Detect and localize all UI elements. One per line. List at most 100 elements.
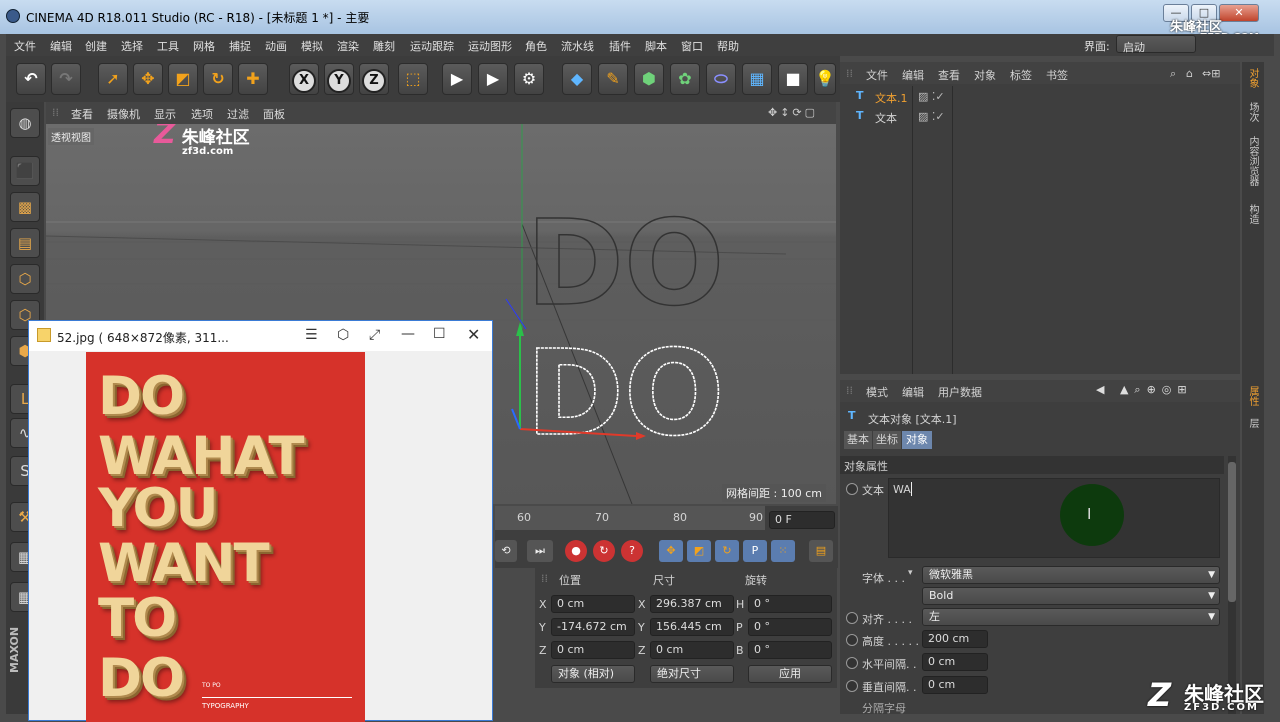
render-picture-icon[interactable]: ▶ [478,63,508,95]
menu-mesh[interactable]: 网格 [193,38,215,54]
tab-objects[interactable]: 对象 [1246,68,1260,88]
subdivision-icon[interactable]: ⬢ [634,63,664,95]
tab-attributes[interactable]: 属性 [1246,386,1260,406]
light-icon[interactable]: 💡 [814,63,836,95]
menu-render[interactable]: 渲染 [337,38,359,54]
select-tool-icon[interactable]: ➚ [98,63,128,95]
viewport-menu-display[interactable]: 显示 [154,106,176,122]
go-to-end-icon[interactable]: ⏭ [527,540,553,562]
viewport-menu-view[interactable]: 查看 [71,106,93,122]
key-rotate-icon[interactable]: ↻ [715,540,739,562]
font-menu-arrow[interactable]: ▾ [908,568,913,578]
attr-scrollbar[interactable] [1228,456,1236,714]
pen-icon[interactable]: ✎ [598,63,628,95]
iv-close-icon[interactable]: ✕ [467,325,480,344]
record-icon[interactable]: ● [565,540,587,562]
size-y-input[interactable]: 156.445 cm [650,618,734,636]
menu-icon[interactable]: ☰ [305,327,318,343]
viewport-menu-filter[interactable]: 过滤 [227,106,249,122]
texture-mode-icon[interactable]: ▩ [10,192,40,222]
text-input[interactable]: WA I [888,478,1220,558]
size-z-input[interactable]: 0 cm [650,641,734,659]
close-button[interactable]: ✕ [1219,4,1259,22]
autokey-icon[interactable]: ↻ [593,540,615,562]
cloner-icon[interactable]: ✿ [670,63,700,95]
workplane-grid-icon[interactable]: ▤ [10,228,40,258]
menu-plugins[interactable]: 插件 [609,38,631,54]
apply-button[interactable]: 应用 [748,665,832,683]
key-position-icon[interactable]: ✥ [659,540,683,562]
menu-select[interactable]: 选择 [121,38,143,54]
iv-maximize-icon[interactable]: ☐ [433,326,446,342]
height-input[interactable]: 200 cm [922,630,988,648]
tab-basic[interactable]: 基本 [844,431,872,449]
coordinate-system-icon[interactable]: ⬚ [398,63,428,95]
om-home-icon[interactable]: ⌂ [1186,67,1193,80]
attr-scroll-thumb[interactable] [1228,462,1236,602]
menu-pipeline[interactable]: 流水线 [561,38,594,54]
key-scale-icon[interactable]: ◩ [687,540,711,562]
am-nav-icons[interactable]: ◀ ▲⌕⊕◎⊞ [1096,383,1193,397]
pos-x-input[interactable]: 0 cm [551,595,635,613]
menu-motion-tracking[interactable]: 运动跟踪 [410,38,454,54]
om-menu-bookmarks[interactable]: 书签 [1046,67,1068,83]
film-icon[interactable]: ▤ [809,540,833,562]
rotate-tool-icon[interactable]: ↻ [203,63,233,95]
render-view-icon[interactable]: ▶ [442,63,472,95]
move-tool-icon[interactable]: ✥ [133,63,163,95]
y-axis-button[interactable]: Y [324,63,354,95]
render-settings-icon[interactable]: ⚙ [514,63,544,95]
floor-icon[interactable]: ▦ [742,63,772,95]
points-mode-icon[interactable]: ⬡ [10,264,40,294]
viewport-menu-camera[interactable]: 摄像机 [107,106,140,122]
tab-content-browser[interactable]: 内容浏览器 [1246,136,1260,186]
deformer-icon[interactable]: ⬭ [706,63,736,95]
x-axis-button[interactable]: X [289,63,319,95]
coord-mode-dropdown[interactable]: 对象 (相对) [551,665,635,683]
weight-dropdown[interactable]: Bold ▼ [922,587,1220,605]
align-dropdown[interactable]: 左 ▼ [922,608,1220,626]
camera-icon[interactable]: ■ [778,63,808,95]
object-visibility-1[interactable]: ▨ ⁚✓ [918,90,945,103]
om-menu-view[interactable]: 查看 [938,67,960,83]
rot-p-input[interactable]: 0 ° [748,618,832,636]
layout-dropdown[interactable]: 启动 [1116,35,1196,54]
timeline-ruler[interactable]: 60 70 80 90 [495,506,765,530]
tab-structure[interactable]: 构造 [1246,204,1260,224]
cube-icon[interactable]: ◆ [562,63,592,95]
om-nav-icons[interactable]: ⇔⊞ [1202,67,1220,80]
menu-sculpt[interactable]: 雕刻 [373,38,395,54]
loop-icon[interactable]: ⟲ [495,540,517,562]
menu-edit[interactable]: 编辑 [50,38,72,54]
object-row-2[interactable]: T 文本 ▨ ⁚✓ [840,108,1240,126]
menu-window[interactable]: 窗口 [681,38,703,54]
om-search-icon[interactable]: ⌕ [1170,67,1176,81]
vspacing-input[interactable]: 0 cm [922,676,988,694]
transform-tool-icon[interactable]: ✚ [238,63,268,95]
viewport-nav-icons[interactable]: ✥↕⟳▢ [768,106,818,119]
hspacing-input[interactable]: 0 cm [922,653,988,671]
menu-simulate[interactable]: 模拟 [301,38,323,54]
om-menu-edit[interactable]: 编辑 [902,67,924,83]
object-name-2[interactable]: 文本 [875,110,897,126]
menu-script[interactable]: 脚本 [645,38,667,54]
size-mode-dropdown[interactable]: 绝对尺寸 [650,665,734,683]
menu-help[interactable]: 帮助 [717,38,739,54]
am-menu-userdata[interactable]: 用户数据 [938,384,982,400]
font-dropdown[interactable]: 微软雅黑 ▼ [922,566,1220,584]
key-param-icon[interactable]: P [743,540,767,562]
workplane-icon[interactable]: ◍ [10,108,40,138]
menu-create[interactable]: 创建 [85,38,107,54]
om-menu-objects[interactable]: 对象 [974,67,996,83]
end-frame-input[interactable]: 0 F [769,511,835,529]
om-menu-tags[interactable]: 标签 [1010,67,1032,83]
hspacing-radio[interactable] [846,657,858,669]
rot-b-input[interactable]: 0 ° [748,641,832,659]
undo-icon[interactable]: ↶ [16,63,46,95]
menu-snap[interactable]: 捕捉 [229,38,251,54]
fullscreen-icon[interactable]: ⤢ [369,327,380,343]
key-pla-icon[interactable]: ⁙ [771,540,795,562]
am-menu-edit[interactable]: 编辑 [902,384,924,400]
menu-file[interactable]: 文件 [14,38,36,54]
menu-mograph[interactable]: 运动图形 [468,38,512,54]
